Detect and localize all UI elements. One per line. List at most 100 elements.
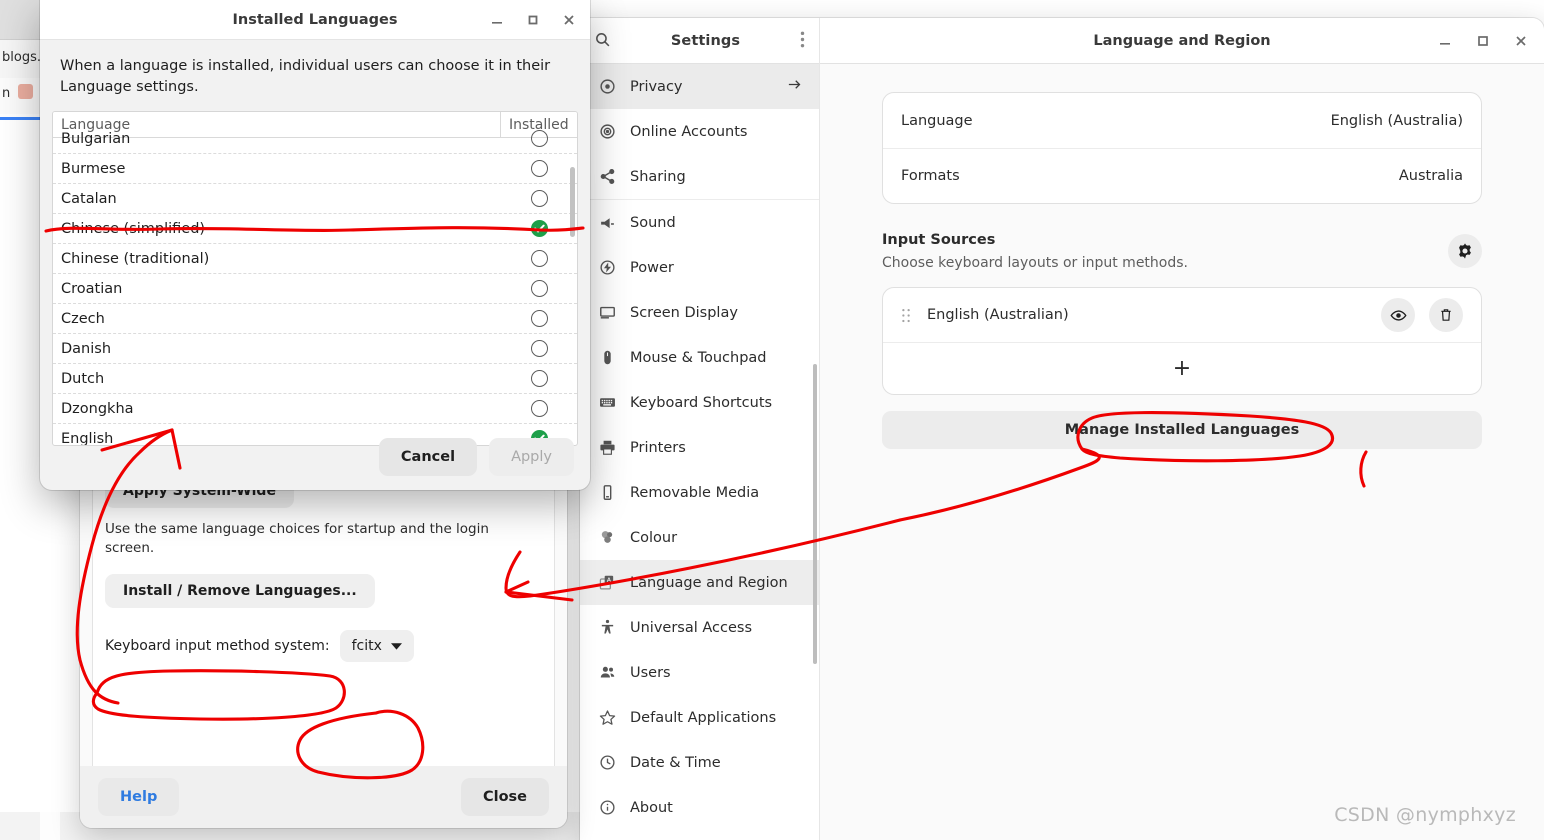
install-remove-languages-button[interactable]: Install / Remove Languages... <box>105 574 375 608</box>
input-source-row[interactable]: English (Australian) <box>883 288 1481 342</box>
sidebar-item-language-and-region[interactable]: A Language and Region <box>580 560 819 605</box>
close-button[interactable]: Close <box>460 778 549 816</box>
apply-button[interactable]: Apply <box>489 438 574 476</box>
sidebar-item-label: Removable Media <box>630 484 760 501</box>
table-row[interactable]: Bulgarian <box>53 124 577 155</box>
eye-icon[interactable] <box>1381 298 1415 332</box>
drag-handle-icon[interactable] <box>901 307 913 323</box>
power-icon <box>598 259 616 277</box>
sidebar-item-date-and-time[interactable]: Date & Time <box>580 740 819 785</box>
sidebar-item-privacy[interactable]: Privacy <box>580 64 819 109</box>
browser-bookmark-label[interactable]: n <box>2 86 10 101</box>
trash-icon[interactable] <box>1429 298 1463 332</box>
sidebar-item-universal-access[interactable]: Universal Access <box>580 605 819 650</box>
online-accounts-icon <box>598 123 616 141</box>
cancel-button[interactable]: Cancel <box>378 438 478 476</box>
svg-text:A: A <box>606 576 611 584</box>
sidebar-item-screen-display[interactable]: Screen Display <box>580 290 819 335</box>
installed-toggle[interactable] <box>501 250 577 268</box>
installed-toggle[interactable] <box>501 310 577 328</box>
sidebar-item-label: Users <box>630 664 671 681</box>
minimize-icon[interactable] <box>488 11 506 29</box>
installed-toggle[interactable] <box>501 190 577 208</box>
table-scrollbar[interactable] <box>570 167 575 238</box>
sidebar-item-keyboard-shortcuts[interactable]: Keyboard Shortcuts <box>580 380 819 425</box>
removable-media-icon <box>598 484 616 502</box>
printer-icon <box>598 439 616 457</box>
table-row[interactable]: Burmese <box>53 154 577 185</box>
privacy-icon <box>598 78 616 96</box>
gear-icon[interactable] <box>1448 234 1482 268</box>
table-row[interactable]: Dutch <box>53 364 577 395</box>
table-row[interactable]: Czech <box>53 304 577 335</box>
installed-toggle[interactable] <box>501 370 577 388</box>
close-icon[interactable] <box>1512 32 1530 50</box>
site-favicon <box>18 84 33 99</box>
sidebar-item-online-accounts[interactable]: Online Accounts <box>580 109 819 154</box>
sidebar-item-removable-media[interactable]: Removable Media <box>580 470 819 515</box>
table-row[interactable]: Dzongkha <box>53 394 577 425</box>
input-sources-title: Input Sources <box>882 232 996 248</box>
sidebar-item-label: Colour <box>630 529 678 546</box>
installed-toggle[interactable] <box>501 280 577 298</box>
maximize-icon[interactable] <box>1474 32 1492 50</box>
row-language-name: Chinese (traditional) <box>61 250 210 267</box>
kebab-menu-icon[interactable] <box>800 31 805 52</box>
universal-access-icon <box>598 619 616 637</box>
installed-languages-dialog: Installed Languages When a language is i… <box>40 0 590 490</box>
row-language[interactable]: Language English (Australia) <box>883 93 1481 148</box>
chevron-right-icon <box>786 77 803 96</box>
add-input-source-button[interactable]: + <box>883 342 1481 394</box>
keyboard-input-method-value: fcitx <box>351 638 382 654</box>
language-region-icon: A <box>598 574 616 592</box>
search-icon[interactable] <box>594 31 611 52</box>
table-row[interactable]: Danish <box>53 334 577 365</box>
sidebar-item-label: Sound <box>630 214 676 231</box>
help-button[interactable]: Help <box>98 778 180 816</box>
installed-toggle[interactable] <box>501 130 577 148</box>
input-sources-subtitle: Choose keyboard layouts or input methods… <box>882 255 1188 271</box>
manage-installed-languages-button[interactable]: Manage Installed Languages <box>882 411 1482 449</box>
sidebar-item-label: Printers <box>630 439 686 456</box>
row-language-label: Language <box>901 112 973 129</box>
installed-toggle[interactable] <box>501 220 577 238</box>
table-row[interactable]: Croatian <box>53 274 577 305</box>
table-row[interactable]: Chinese (traditional) <box>53 244 577 275</box>
row-language-name: Dutch <box>61 370 105 387</box>
sidebar-item-colour[interactable]: Colour <box>580 515 819 560</box>
row-language-name: Dzongkha <box>61 400 134 417</box>
language-region-content: Language English (Australia) Formats Aus… <box>820 64 1544 840</box>
sidebar-item-label: Keyboard Shortcuts <box>630 394 773 411</box>
close-icon[interactable] <box>560 11 578 29</box>
installed-toggle[interactable] <box>501 340 577 358</box>
sidebar-scrollbar[interactable] <box>813 364 817 664</box>
sidebar-item-default-applications[interactable]: Default Applications <box>580 695 819 740</box>
chevron-down-icon <box>390 638 402 654</box>
sidebar-item-about[interactable]: About <box>580 785 819 830</box>
colour-icon <box>598 529 616 547</box>
display-icon <box>598 304 616 322</box>
browser-url-fragment[interactable]: blogs. <box>2 50 41 65</box>
installed-toggle[interactable] <box>501 160 577 178</box>
dialog-actions: Cancel Apply <box>378 438 574 476</box>
installed-toggle[interactable] <box>501 400 577 418</box>
table-row[interactable]: Catalan <box>53 184 577 215</box>
settings-title: Settings <box>670 33 741 49</box>
sidebar-item-sharing[interactable]: Sharing <box>580 154 819 199</box>
dialog-window-controls <box>488 0 578 40</box>
sidebar-item-users[interactable]: Users <box>580 650 819 695</box>
sidebar-item-printers[interactable]: Printers <box>580 425 819 470</box>
minimize-icon[interactable] <box>1436 32 1454 50</box>
row-formats-label: Formats <box>901 168 960 184</box>
sidebar-item-mouse-touchpad[interactable]: Mouse & Touchpad <box>580 335 819 380</box>
row-formats[interactable]: Formats Australia <box>883 148 1481 203</box>
row-formats-value: Australia <box>1398 168 1463 184</box>
sidebar-item-power[interactable]: Power <box>580 245 819 290</box>
maximize-icon[interactable] <box>524 11 542 29</box>
sidebar-item-sound[interactable]: Sound <box>580 200 819 245</box>
settings-sidebar[interactable]: Privacy Online Accounts Sharing Sound Po… <box>580 64 820 840</box>
keyboard-input-method-dropdown[interactable]: fcitx <box>339 630 414 662</box>
settings-headerbar: Settings Language and Region <box>580 18 1544 64</box>
settings-window-controls <box>1436 18 1530 64</box>
table-row[interactable]: Chinese (simplified) <box>53 214 577 245</box>
